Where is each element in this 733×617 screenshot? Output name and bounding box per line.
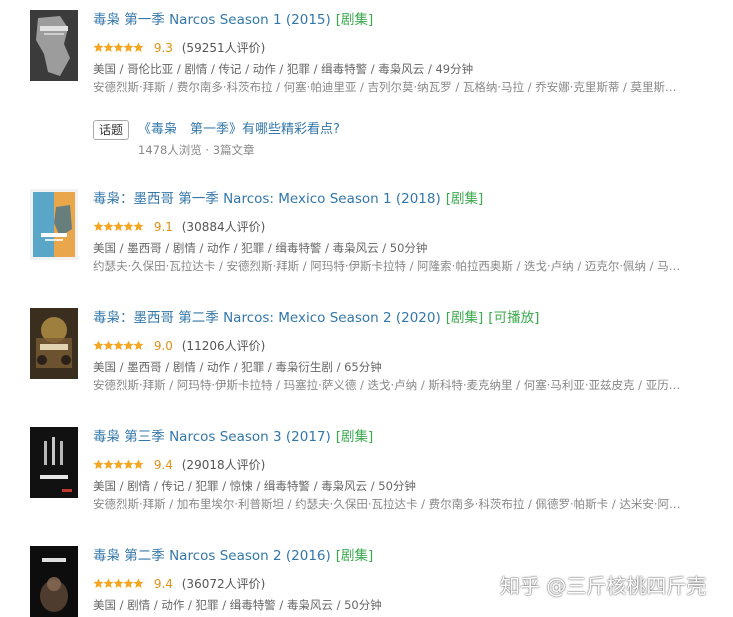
type-tag: [剧集]: [335, 548, 374, 564]
item-info: 毒枭：墨西哥 第一季 Narcos: Mexico Season 1 (2018…: [93, 189, 713, 275]
rating-score: 9.4: [153, 458, 173, 472]
poster-image[interactable]: [30, 427, 78, 498]
item-title-link[interactable]: 毒枭 第三季 Narcos Season 3 (2017): [93, 429, 331, 445]
type-tag: [剧集]: [445, 310, 484, 326]
cast-list: 约瑟夫·久保田·瓦拉达卡 / 安德烈斯·拜斯 / 阿玛特·伊斯卡拉特 / 阿隆索…: [93, 259, 681, 273]
rating-stars: [93, 221, 145, 232]
meta-info: 美国 / 墨西哥 / 剧情 / 动作 / 犯罪 / 缉毒特警 / 毒枭风云 / …: [93, 241, 428, 255]
half-star-icon: [133, 42, 144, 52]
title-row: 毒枭：墨西哥 第二季 Narcos: Mexico Season 2 (2020…: [93, 308, 713, 328]
meta-info: 美国 / 剧情 / 传记 / 犯罪 / 惊悚 / 缉毒特警 / 毒枭风云 / 5…: [93, 479, 416, 493]
item-title-link[interactable]: 毒枭：墨西哥 第二季 Narcos: Mexico Season 2 (2020…: [93, 310, 441, 326]
rating-stars: [93, 578, 145, 589]
zhihu-watermark: 知乎 @三斤核桃四斤壳: [500, 574, 707, 598]
poster-image[interactable]: [30, 189, 78, 260]
title-row: 毒枭 第一季 Narcos Season 1 (2015) [剧集]: [93, 10, 713, 30]
poster-image[interactable]: [30, 308, 78, 379]
list-item: 毒枭：墨西哥 第二季 Narcos: Mexico Season 2 (2020…: [30, 308, 720, 392]
cast-list: 安德烈斯·拜斯 / 费尔南多·科茨布拉 / 何塞·帕迪里亚 / 吉列尔莫·纳瓦罗…: [93, 80, 677, 94]
cast-list: 安德烈斯·拜斯 / 加布里埃尔·利普斯坦 / 约瑟夫·久保田·瓦拉达卡 / 费尔…: [93, 497, 681, 511]
rating-score: 9.3: [153, 41, 173, 55]
rating-score: 9.0: [153, 339, 173, 353]
rating-row: 9.0 (11206人评价): [93, 336, 713, 356]
item-info: 毒枭 第一季 Narcos Season 1 (2015) [剧集] 9.3 (5…: [93, 10, 713, 96]
list-item: 毒枭：墨西哥 第一季 Narcos: Mexico Season 1 (2018…: [30, 189, 720, 273]
half-star-icon: [133, 221, 144, 231]
type-tag: [剧集]: [335, 12, 374, 28]
rating-score: 9.1: [153, 220, 173, 234]
list-item: 毒枭 第一季 Narcos Season 1 (2015) [剧集] 9.3 (5…: [30, 10, 720, 110]
rating-stars: [93, 459, 145, 470]
poster-image[interactable]: [30, 546, 78, 617]
rating-count: (29018人评价): [181, 458, 266, 472]
topic-badge: 话题: [93, 120, 130, 140]
rating-stars: [93, 340, 145, 351]
rating-count: (11206人评价): [181, 339, 266, 353]
title-row: 毒枭：墨西哥 第一季 Narcos: Mexico Season 1 (2018…: [93, 189, 713, 209]
rating-row: 9.1 (30884人评价): [93, 217, 713, 237]
item-info: 毒枭 第三季 Narcos Season 3 (2017) [剧集] 9.4 (2…: [93, 427, 713, 513]
half-star-icon: [133, 340, 144, 350]
rating-row: 9.4 (29018人评价): [93, 455, 713, 475]
rating-count: (30884人评价): [181, 220, 266, 234]
half-star-icon: [133, 578, 144, 588]
rating-row: 9.3 (59251人评价): [93, 38, 713, 58]
type-tag: [剧集]: [335, 429, 374, 445]
list-item: 毒枭 第三季 Narcos Season 3 (2017) [剧集] 9.4 (2…: [30, 427, 720, 511]
topic-title-link[interactable]: 《毒枭 第一季》有哪些精彩看点?: [138, 120, 340, 140]
playable-tag[interactable]: [可播放]: [488, 310, 539, 326]
item-title-link[interactable]: 毒枭 第一季 Narcos Season 1 (2015): [93, 12, 331, 28]
rating-count: (36072人评价): [181, 577, 266, 591]
cast-list: 安德烈斯·拜斯 / 阿玛特·伊斯卡拉特 / 玛塞拉·萨义德 / 迭戈·卢纳 / …: [93, 378, 681, 392]
meta-info: 美国 / 哥伦比亚 / 剧情 / 传记 / 动作 / 犯罪 / 缉毒特警 / 毒…: [93, 62, 474, 76]
title-row: 毒枭 第二季 Narcos Season 2 (2016) [剧集]: [93, 546, 713, 566]
title-row: 毒枭 第三季 Narcos Season 3 (2017) [剧集]: [93, 427, 713, 447]
related-topic: 话题 《毒枭 第一季》有哪些精彩看点? 1478人浏览 · 3篇文章: [93, 120, 493, 160]
rating-score: 9.4: [153, 577, 173, 591]
item-title-link[interactable]: 毒枭 第二季 Narcos Season 2 (2016): [93, 548, 331, 564]
topic-stats: 1478人浏览 · 3篇文章: [138, 143, 255, 157]
rating-stars: [93, 42, 145, 53]
item-title-link[interactable]: 毒枭：墨西哥 第一季 Narcos: Mexico Season 1 (2018…: [93, 191, 441, 207]
poster-image[interactable]: [30, 10, 78, 81]
meta-info: 美国 / 墨西哥 / 剧情 / 动作 / 犯罪 / 毒枭衍生剧 / 65分钟: [93, 360, 382, 374]
rating-count: (59251人评价): [181, 41, 266, 55]
half-star-icon: [133, 459, 144, 469]
type-tag: [剧集]: [445, 191, 484, 207]
item-info: 毒枭：墨西哥 第二季 Narcos: Mexico Season 2 (2020…: [93, 308, 713, 394]
